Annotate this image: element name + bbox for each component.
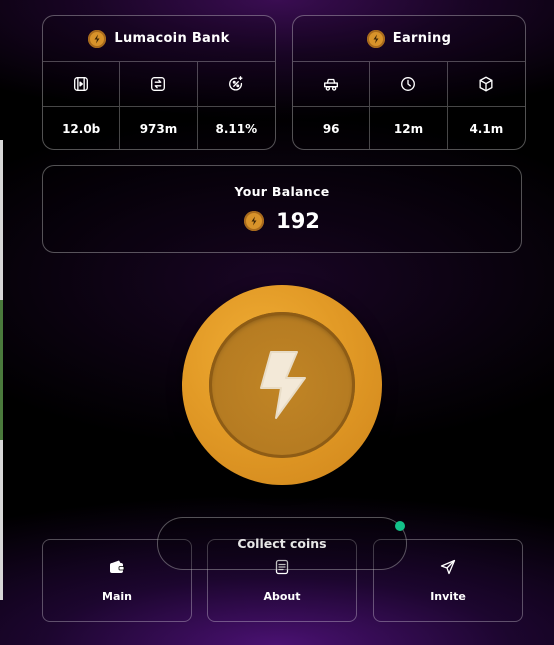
earning-panel-header: Earning [293, 16, 525, 62]
clock-icon [370, 62, 448, 107]
collect-coins-label: Collect coins [237, 536, 327, 551]
percent-sparkle-icon [197, 62, 275, 107]
exchange-box-icon [120, 62, 198, 107]
earning-stat-value: 4.1m [469, 121, 504, 136]
balance-value: 192 [276, 209, 320, 233]
earning-stat-value: 96 [293, 107, 371, 149]
coin-icon [88, 29, 107, 48]
coin-icon [244, 211, 265, 231]
bank-panel-title: Lumacoin Bank [114, 31, 230, 46]
play-box-icon [43, 62, 121, 107]
bank-stat-value: 12.0b [43, 107, 121, 149]
status-indicator-dot [395, 521, 405, 531]
tap-coin[interactable] [182, 285, 382, 485]
earning-stats-panel: Earning 96 12m 4.1m [292, 15, 526, 150]
wagon-icon [293, 62, 371, 107]
nav-invite-label: Invite [430, 589, 466, 603]
nav-about-label: About [263, 589, 301, 603]
bank-stat-value: 8.11% [215, 121, 258, 136]
nav-main-label: Main [102, 589, 132, 603]
balance-card: Your Balance 192 [42, 165, 522, 253]
background-window-strip [0, 140, 3, 600]
balance-title: Your Balance [234, 184, 330, 199]
earning-panel-title: Earning [392, 31, 452, 46]
coin-icon [366, 29, 385, 48]
bank-stat-value: 973m [120, 107, 198, 149]
earning-stat-value: 12m [370, 107, 448, 149]
lightning-bolt-icon [209, 312, 355, 458]
collect-coins-button[interactable]: Collect coins [157, 517, 407, 570]
paper-plane-icon [440, 559, 456, 578]
cube-icon [447, 62, 525, 107]
wallet-icon [109, 559, 125, 578]
bank-panel-header: Lumacoin Bank [43, 16, 275, 62]
bank-stats-panel: Lumacoin Bank 12.0b 973m 8.11% [42, 15, 276, 150]
